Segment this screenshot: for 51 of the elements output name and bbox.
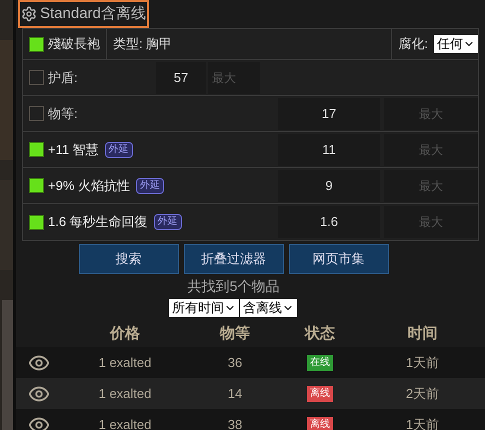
price-cell-text: 1 exalted bbox=[98, 416, 152, 430]
item-name: 殘破長袍 bbox=[48, 35, 100, 54]
type-text: 类型: 胸甲 bbox=[113, 35, 172, 54]
price-cell-text: 1 exalted bbox=[98, 354, 152, 372]
league-button[interactable]: Standard含离线 bbox=[18, 0, 149, 28]
max-field[interactable]: 最大 bbox=[384, 170, 478, 202]
price-cell-text: 1 exalted bbox=[98, 384, 152, 403]
level-cell-text: 36 bbox=[226, 354, 244, 372]
max-field[interactable]: 最大 bbox=[384, 206, 478, 238]
level-cell-text: 38 bbox=[226, 416, 244, 430]
checkbox[interactable] bbox=[29, 106, 44, 121]
max-field[interactable]: 最大 bbox=[384, 98, 478, 130]
checkbox[interactable] bbox=[29, 214, 44, 230]
filter-label: 1.6 每秒生命回復 bbox=[48, 213, 148, 232]
tag: 外延 bbox=[154, 214, 182, 230]
filter-select[interactable]: 所有时间 bbox=[169, 299, 239, 317]
status-badge: 离线 bbox=[307, 386, 333, 402]
min-field[interactable]: 9 bbox=[278, 170, 380, 202]
min-field[interactable]: 11 bbox=[278, 134, 380, 166]
corrupted-label: 腐化: bbox=[397, 35, 429, 54]
column-header: 状态 bbox=[303, 324, 336, 344]
checkbox[interactable] bbox=[29, 142, 44, 157]
time-cell-text: 2天前 bbox=[404, 384, 440, 403]
max-field[interactable]: 最大 bbox=[208, 62, 260, 94]
column-header: 时间 bbox=[406, 324, 438, 344]
min-field[interactable]: 1.6 bbox=[278, 206, 380, 238]
max-field[interactable]: 最大 bbox=[384, 134, 478, 166]
action-button[interactable]: 折叠过滤器 bbox=[184, 244, 284, 274]
action-button[interactable]: 网页市集 bbox=[288, 244, 388, 274]
filter-label: 物等: bbox=[48, 104, 78, 123]
checkbox[interactable] bbox=[29, 36, 44, 52]
filter-label: +9% 火焰抗性 bbox=[48, 176, 130, 195]
status-badge: 在线 bbox=[307, 354, 333, 370]
status-badge: 离线 bbox=[307, 416, 333, 430]
min-field[interactable]: 17 bbox=[278, 98, 380, 130]
column-header: 价格 bbox=[108, 324, 141, 344]
result-count: 共找到5个物品 bbox=[188, 277, 280, 296]
min-field[interactable]: 57 bbox=[156, 62, 206, 94]
filter-label: 护盾: bbox=[48, 68, 78, 87]
filter-select[interactable]: 含离线 bbox=[240, 299, 297, 317]
checkbox[interactable] bbox=[29, 178, 44, 193]
action-button[interactable]: 搜索 bbox=[78, 244, 178, 274]
tag: 外延 bbox=[136, 178, 164, 194]
column-header: 物等 bbox=[218, 324, 251, 344]
time-cell-text: 1天前 bbox=[404, 354, 440, 372]
filter-label: +11 智慧 bbox=[48, 140, 99, 159]
corrupted-select[interactable]: 任何 bbox=[434, 35, 478, 53]
checkbox[interactable] bbox=[29, 70, 44, 85]
level-cell-text: 14 bbox=[226, 384, 244, 403]
tag: 外延 bbox=[104, 142, 133, 158]
settings-icon bbox=[21, 6, 37, 22]
